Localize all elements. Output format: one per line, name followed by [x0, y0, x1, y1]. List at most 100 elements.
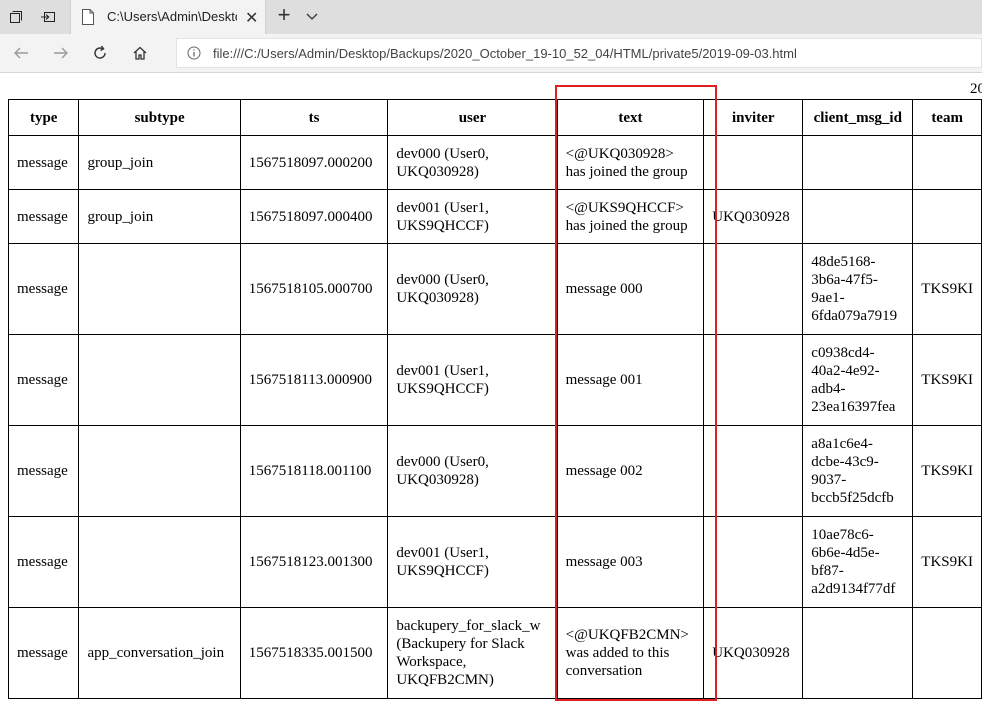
browser-tab[interactable]: C:\Users\Admin\Deskto ✕: [70, 0, 266, 34]
refresh-button[interactable]: [85, 40, 115, 66]
cell-user: dev000 (User0, UKQ030928): [388, 136, 558, 190]
cell-subtype: [79, 244, 241, 335]
cell-type: message: [9, 335, 80, 426]
cell-team: TKS9KI: [913, 517, 982, 608]
close-tab-icon[interactable]: ✕: [245, 8, 258, 28]
refresh-icon: [94, 45, 106, 59]
user-line: dev000 (User0,: [396, 272, 489, 288]
user-line: UKQ030928): [396, 163, 479, 180]
table-row: message 1567518113.000900 dev001 (User1, UK…: [9, 335, 982, 426]
column-header: type: [9, 100, 80, 136]
info-icon[interactable]: [187, 46, 201, 60]
client-msg_id-line: dcbe-43c9-: [811, 454, 879, 470]
cell-inviter: [704, 136, 804, 190]
text-line: has joined the group: [565, 163, 688, 180]
client-msg_id-line: bf87-: [811, 563, 844, 579]
client-msg_id-line: 3b6a-47f5-: [811, 272, 878, 288]
cell-user: dev001 (User1, UKS9QHCCF): [388, 190, 558, 244]
cell-text: message 002: [557, 426, 705, 517]
user-line: UKQ030928): [396, 290, 479, 306]
cell-client-msg_id: [803, 608, 914, 699]
home-button[interactable]: [125, 40, 155, 66]
address-bar[interactable]: file:///C:/Users/Admin/Desktop/Backups/2…: [176, 38, 982, 68]
user-line: backupery_for_slack_w: [396, 618, 541, 634]
cell-ts: 1567518097.000200: [240, 136, 389, 190]
text-line: has joined the group: [565, 217, 688, 234]
table-row: message app_conversation_join 1567518335.0…: [9, 608, 982, 699]
cell-team: [913, 136, 982, 190]
user-line: (Backupery for Slack: [396, 636, 525, 652]
text-line: <@UKQ030928>: [565, 145, 674, 162]
client-msg_id-line: 9037-: [811, 472, 847, 488]
cell-user: dev000 (User0, UKQ030928): [388, 426, 558, 517]
cell-client-msg_id: c0938cd4- 40a2-4e92- adb4- 23ea16397fea: [803, 335, 914, 426]
text-line: <@UKQFB2CMN>: [565, 627, 689, 643]
tab-title: C:\Users\Admin\Deskto: [107, 9, 237, 24]
cell-subtype: [79, 335, 241, 426]
user-line: dev001 (User1,: [396, 363, 489, 379]
table-row: message 1567518118.001100 dev000 (User0, UK…: [9, 426, 982, 517]
home-icon: [133, 46, 147, 60]
cell-client-msg_id: [803, 190, 914, 244]
user-line: UKS9QHCCF): [396, 381, 489, 397]
cell-ts: 1567518113.000900: [240, 335, 389, 426]
cell-team: TKS9KI: [913, 335, 982, 426]
table-row: message group_join 1567518097.000200 dev000…: [9, 136, 982, 190]
column-header: inviter: [704, 100, 804, 136]
back-button[interactable]: [6, 40, 36, 66]
navigation-bar: file:///C:/Users/Admin/Desktop/Backups/2…: [0, 34, 982, 73]
tab-list-button[interactable]: [304, 8, 320, 29]
client-msg_id-line: 23ea16397fea: [811, 399, 896, 415]
cell-ts: 1567518335.001500: [240, 608, 389, 699]
user-line: dev001 (User1,: [396, 545, 489, 561]
cell-user: dev001 (User1, UKS9QHCCF): [388, 335, 558, 426]
cell-subtype: app_conversation_join: [79, 608, 241, 699]
cell-ts: 1567518123.001300: [240, 517, 389, 608]
client-msg_id-line: c0938cd4-: [811, 345, 875, 361]
table-header-row: type subtype ts user text inviter client…: [9, 100, 982, 136]
column-header: client_msg_id: [803, 100, 914, 136]
cell-user: dev000 (User0, UKQ030928): [388, 244, 558, 335]
cell-text: message 003: [557, 517, 705, 608]
user-line: dev000 (User0,: [396, 145, 489, 162]
column-header: user: [388, 100, 558, 136]
cell-type: message: [9, 608, 80, 699]
user-line: UKQFB2CMN): [396, 672, 494, 688]
cell-type: message: [9, 244, 80, 335]
page-number: 20: [970, 81, 982, 97]
client-msg_id-line: 6b6e-4d5e-: [811, 545, 880, 561]
cell-inviter: [704, 335, 804, 426]
text-line: message 001: [565, 372, 643, 388]
client-msg_id-line: 10ae78c6-: [811, 527, 874, 543]
chevron-down-icon: [306, 13, 318, 20]
cell-inviter: [704, 244, 804, 335]
cell-text: message 001: [557, 335, 705, 426]
client-msg_id-line: 48de5168-: [811, 254, 876, 270]
user-line: UKQ030928): [396, 472, 479, 488]
page-content: 20 type subtype ts user text inviter cli…: [0, 73, 982, 706]
user-line: Workspace,: [396, 654, 467, 670]
tab-actions-button[interactable]: [0, 0, 32, 34]
cell-client-msg_id: [803, 136, 914, 190]
client-msg_id-line: a8a1c6e4-: [811, 436, 873, 452]
cell-inviter: UKQ030928: [704, 190, 804, 244]
client-msg_id-line: adb4-: [811, 381, 846, 397]
forward-button[interactable]: [46, 40, 76, 66]
cell-type: message: [9, 517, 80, 608]
cell-client-msg_id: a8a1c6e4- dcbe-43c9- 9037- bccb5f25dcfb: [803, 426, 914, 517]
address-url[interactable]: file:///C:/Users/Admin/Desktop/Backups/2…: [213, 46, 797, 61]
text-line: message 000: [565, 281, 643, 297]
cell-inviter: [704, 426, 804, 517]
new-tab-button[interactable]: +: [270, 2, 298, 28]
client-msg_id-line: bccb5f25dcfb: [811, 490, 894, 506]
cell-team: TKS9KI: [913, 426, 982, 517]
text-line: message 002: [565, 463, 643, 479]
tab-bar: C:\Users\Admin\Deskto ✕ +: [0, 0, 982, 34]
user-line: UKS9QHCCF): [396, 217, 489, 234]
cell-type: message: [9, 136, 80, 190]
set-aside-icon: [41, 12, 55, 22]
cell-text: <@UKQ030928> has joined the group: [557, 136, 705, 190]
client-msg_id-line: 9ae1-: [811, 290, 845, 306]
set-tabs-aside-button[interactable]: [32, 0, 64, 34]
cell-type: message: [9, 190, 80, 244]
